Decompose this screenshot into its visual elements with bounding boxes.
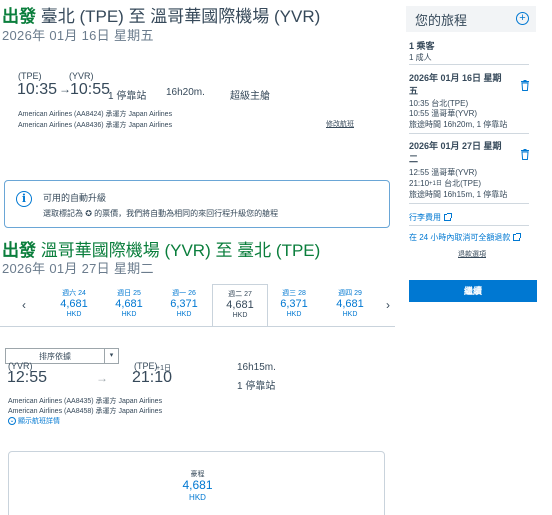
trip-title: 您的旅程 [415,13,468,28]
inbound-arrive-time: 21:10 [132,369,173,386]
fare-currency: HKD [189,493,206,502]
day-price: 6,371 [170,298,198,310]
day-currency: HKD [66,311,82,318]
divider [409,133,529,134]
cancel-refund-label: 在 24 小時內取消可全額退款 [409,233,511,242]
outbound-cabin: 超級主艙 [230,91,270,102]
fare-option-card[interactable]: 豪程 4,681 HKD [8,451,385,515]
day-label: 週日 25 [117,290,141,297]
summary-outbound-date: 2026年 01月 16日 星期五 [409,73,502,96]
external-link-icon [444,213,452,222]
outbound-header: 出發 臺北 (TPE) 至 溫哥華國際機場 (YVR) [2,2,320,27]
day-label: 週四 29 [338,290,362,297]
outbound-flight-2: American Airlines (AA8436) 承運方 Japan Air… [18,122,173,129]
carousel-day[interactable]: 週日 25 4,681 HKD [101,288,157,318]
trip-summary-header: 您的旅程 + [406,6,536,32]
carousel-day[interactable]: 週四 29 4,681 HKD [322,288,378,318]
chevron-down-icon: ▾ [104,349,118,363]
day-price: 4,681 [115,298,143,310]
passenger-count: 1 乘客 [409,41,435,51]
show-flight-details-label: 顯示航班詳情 [17,418,60,425]
carousel-next-button[interactable]: › [386,298,390,312]
cancel-refund-link[interactable]: 在 24 小時內取消可全額退款 [409,232,522,243]
day-label: 週二 27 [228,291,252,298]
day-currency: HKD [286,311,302,318]
fare-price: 4,681 [182,478,213,492]
auto-upgrade-notice: i 可用的自動升級 選取標記為 ✪ 的票價，我們將自動為相同的來回行程升級您的艙… [4,180,390,228]
day-price: 6,371 [280,298,308,310]
carousel-day[interactable]: 週一 26 6,371 HKD [156,288,212,318]
divider [409,225,529,226]
carousel-prev-button[interactable]: ‹ [22,298,26,312]
trash-icon[interactable] [520,149,530,160]
divider [409,203,529,204]
outbound-route: 臺北 (TPE) 至 溫哥華國際機場 (YVR) [40,7,321,26]
expand-icon: ⌄ [8,417,16,426]
baggage-fees-link[interactable]: 行李費用 [409,212,452,223]
show-flight-details-link[interactable]: ⌄ 顯示航班詳情 [8,416,60,426]
day-currency: HKD [342,311,358,318]
upgrade-title: 可用的自動升級 [43,193,107,203]
outbound-date: 2026年 01月 16日 星期五 [2,28,154,43]
day-label: 週六 24 [62,290,86,297]
external-link-icon [513,233,522,242]
trip-summary-sidebar: 您的旅程 + 1 乘客 1 成人 2026年 01月 16日 星期五 10:35… [400,0,552,515]
summary-inbound-depart: 12:55 溫哥華(YVR) [409,168,478,177]
day-price: 4,681 [336,298,364,310]
carousel-day-selected[interactable]: 週二 27 4,681 HKD [212,284,268,326]
summary-outbound-arrive: 10:55 溫哥華(YVR) [409,109,478,118]
day-label: 週一 26 [172,290,196,297]
add-icon[interactable]: + [516,12,529,25]
day-currency: HKD [176,311,192,318]
carousel-divider [0,326,395,327]
inbound-duration: 16h15m. [237,362,276,373]
carousel-day[interactable]: 週六 24 4,681 HKD [46,288,102,318]
day-price: 4,681 [60,298,88,310]
summary-inbound-arrive-city: 台北(TPE) [444,179,481,188]
upgrade-description: 選取標記為 ✪ 的票價，我們將自動為相同的來回行程升級您的艙程 [43,209,279,218]
outbound-depart-time: 10:35 [17,81,58,98]
passenger-type: 1 成人 [409,53,432,62]
summary-outbound-summary: 旅途時間 16h20m, 1 停靠站 [409,120,508,129]
summary-inbound-summary: 旅途時間 16h15m, 1 停靠站 [409,190,508,199]
day-price: 4,681 [226,299,254,311]
outbound-direction: 出發 [2,7,36,26]
inbound-stops: 1 停靠站 [237,381,276,392]
inbound-flight-1: American Airlines (AA8435) 承運方 Japan Air… [8,398,163,405]
day-label: 週三 28 [282,290,306,297]
outbound-stops: 1 停靠站 [108,91,147,102]
inbound-flight-2: American Airlines (AA8458) 承運方 Japan Air… [8,408,163,415]
inbound-arrow: → [96,371,108,385]
summary-inbound-arrive-time: 21:10 [409,179,430,188]
inbound-date: 2026年 01月 27日 星期二 [2,261,154,276]
baggage-fees-label: 行李費用 [409,213,441,222]
date-carousel: ‹ 週六 24 4,681 HKD 週日 25 4,681 HKD 週一 26 … [0,284,395,328]
inbound-depart-time: 12:55 [7,369,48,386]
outbound-dest-code: (YVR) [69,71,94,81]
change-flight-link[interactable]: 修改航班 [326,119,354,129]
refund-options-link[interactable]: 退款選項 [458,249,486,259]
day-currency: HKD [232,312,248,319]
day-currency: HKD [121,311,137,318]
carousel-day[interactable]: 週三 28 6,371 HKD [266,288,322,318]
continue-button[interactable]: 繼續 [409,280,537,302]
summary-inbound-date: 2026年 01月 27日 星期二 [409,141,502,164]
info-icon: i [16,191,32,207]
outbound-arrive-time: 10:55 [70,81,111,98]
outbound-flight-1: American Airlines (AA8424) 承運方 Japan Air… [18,111,173,118]
divider [409,64,529,65]
summary-inbound-arrive: 21:10+1日 台北(TPE) [409,178,481,189]
outbound-duration: 16h20m. [166,87,205,98]
summary-inbound-arrive-offset: +1日 [429,181,442,187]
outbound-origin-code: (TPE) [18,71,42,81]
trash-icon[interactable] [520,80,530,91]
